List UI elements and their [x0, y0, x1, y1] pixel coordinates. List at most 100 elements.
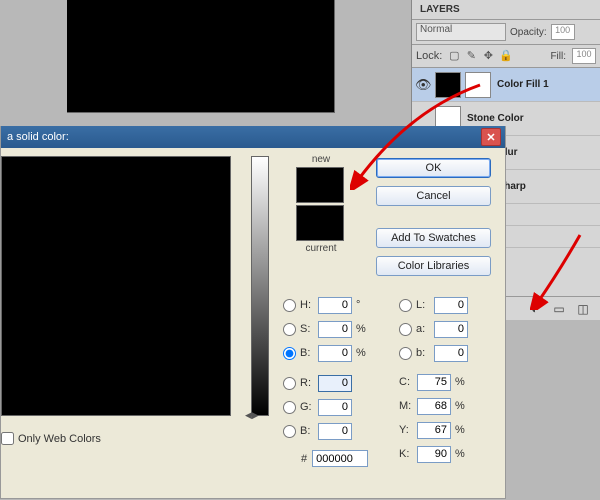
only-web-colors-row: Only Web Colors	[1, 432, 101, 445]
slider-thumb-icon[interactable]: ◀▶	[245, 410, 259, 421]
g-radio[interactable]	[283, 401, 296, 414]
ok-button[interactable]: OK	[376, 158, 491, 178]
cancel-button[interactable]: Cancel	[376, 186, 491, 206]
add-to-swatches-button[interactable]: Add To Swatches	[376, 228, 491, 248]
y-input[interactable]	[417, 422, 451, 439]
c-input[interactable]	[417, 374, 451, 391]
b-radio[interactable]	[283, 347, 296, 360]
g-label: G:	[300, 401, 314, 413]
new-layer-icon[interactable]: ◫	[576, 302, 590, 316]
rgb-b-row: B:	[283, 419, 368, 443]
lock-label: Lock:	[416, 50, 442, 62]
y-label: Y:	[399, 424, 413, 436]
document-canvas	[67, 0, 335, 113]
hex-input[interactable]	[312, 450, 368, 467]
b-unit: %	[356, 347, 368, 359]
rgb-b-input[interactable]	[318, 423, 352, 440]
b-label: B:	[300, 347, 314, 359]
eye-icon[interactable]: 👁	[415, 77, 432, 92]
layers-blend-row: Normal Opacity: 100	[412, 20, 600, 45]
l-row: L:	[399, 293, 468, 317]
h-row: H: °	[283, 293, 368, 317]
lab-b-row: b:	[399, 341, 468, 365]
r-input[interactable]	[318, 375, 352, 392]
rgb-b-label: B:	[300, 425, 314, 437]
close-button[interactable]: ✕	[481, 128, 501, 146]
rgb-b-radio[interactable]	[283, 425, 296, 438]
m-unit: %	[455, 400, 467, 412]
close-icon: ✕	[486, 131, 495, 144]
s-input[interactable]	[318, 321, 352, 338]
dialog-body: ◀▶ new current OK Cancel Add To Swatches…	[1, 148, 505, 498]
color-field[interactable]	[1, 156, 231, 416]
k-input[interactable]	[417, 446, 451, 463]
layer-row-color-fill-1[interactable]: 👁 Color Fill 1	[412, 68, 600, 102]
lock-transparency-icon[interactable]: ▢	[448, 50, 460, 62]
lock-paint-icon[interactable]: ✎	[465, 50, 477, 62]
hsb-rgb-column: H: ° S: % B: % R:	[283, 293, 368, 443]
color-libraries-button[interactable]: Color Libraries	[376, 256, 491, 276]
fill-label: Fill:	[550, 51, 566, 62]
s-radio[interactable]	[283, 323, 296, 336]
b-row: B: %	[283, 341, 368, 365]
g-row: G:	[283, 395, 368, 419]
b-input[interactable]	[318, 345, 352, 362]
adjustment-layer-icon[interactable]: ◐	[528, 302, 542, 316]
g-input[interactable]	[318, 399, 352, 416]
current-color-swatch[interactable]	[296, 205, 344, 241]
h-radio[interactable]	[283, 299, 296, 312]
r-label: R:	[300, 377, 314, 389]
opacity-value[interactable]: 100	[551, 24, 575, 40]
current-label: current	[296, 243, 346, 254]
h-label: H:	[300, 299, 314, 311]
new-current-swatches: new current	[296, 154, 346, 254]
y-unit: %	[455, 424, 467, 436]
lab-b-label: b:	[416, 347, 430, 359]
a-input[interactable]	[434, 321, 468, 338]
layers-tab[interactable]: LAYERS	[412, 0, 600, 20]
lab-column: L: a: b:	[399, 293, 468, 365]
y-row: Y: %	[399, 418, 467, 442]
l-input[interactable]	[434, 297, 468, 314]
new-color-swatch	[296, 167, 344, 203]
h-input[interactable]	[318, 297, 352, 314]
color-slider[interactable]	[251, 156, 269, 416]
a-label: a:	[416, 323, 430, 335]
r-radio[interactable]	[283, 377, 296, 390]
k-unit: %	[455, 448, 467, 460]
opacity-label: Opacity:	[510, 27, 547, 38]
s-label: S:	[300, 323, 314, 335]
blend-mode-select[interactable]: Normal	[416, 23, 506, 41]
lock-position-icon[interactable]: ✥	[482, 50, 494, 62]
k-label: K:	[399, 448, 413, 460]
m-input[interactable]	[417, 398, 451, 415]
dialog-title: a solid color:	[5, 131, 481, 143]
dialog-titlebar[interactable]: a solid color: ✕	[1, 126, 505, 148]
layer-mask-thumb[interactable]	[465, 72, 491, 98]
c-label: C:	[399, 376, 413, 388]
layer-name: Color Fill 1	[497, 79, 549, 90]
layer-thumb[interactable]	[435, 72, 461, 98]
l-radio[interactable]	[399, 299, 412, 312]
lab-b-radio[interactable]	[399, 347, 412, 360]
cmyk-column: C: % M: % Y: % K: %	[399, 370, 467, 466]
a-radio[interactable]	[399, 323, 412, 336]
m-label: M:	[399, 400, 413, 412]
c-row: C: %	[399, 370, 467, 394]
only-web-checkbox[interactable]	[1, 432, 14, 445]
fill-value[interactable]: 100	[572, 48, 596, 64]
lab-b-input[interactable]	[434, 345, 468, 362]
new-folder-icon[interactable]: ▭	[552, 302, 566, 316]
layer-name: Stone Color	[467, 113, 524, 124]
new-label: new	[296, 154, 346, 165]
only-web-label: Only Web Colors	[18, 433, 101, 445]
k-row: K: %	[399, 442, 467, 466]
dialog-buttons: OK Cancel Add To Swatches Color Librarie…	[376, 158, 491, 276]
hex-prefix: #	[301, 453, 307, 465]
hex-row: #	[301, 450, 368, 467]
lock-all-icon[interactable]: 🔒	[499, 50, 511, 62]
m-row: M: %	[399, 394, 467, 418]
color-picker-dialog: a solid color: ✕ ◀▶ new current OK Cance…	[0, 126, 506, 499]
c-unit: %	[455, 376, 467, 388]
s-unit: %	[356, 323, 368, 335]
